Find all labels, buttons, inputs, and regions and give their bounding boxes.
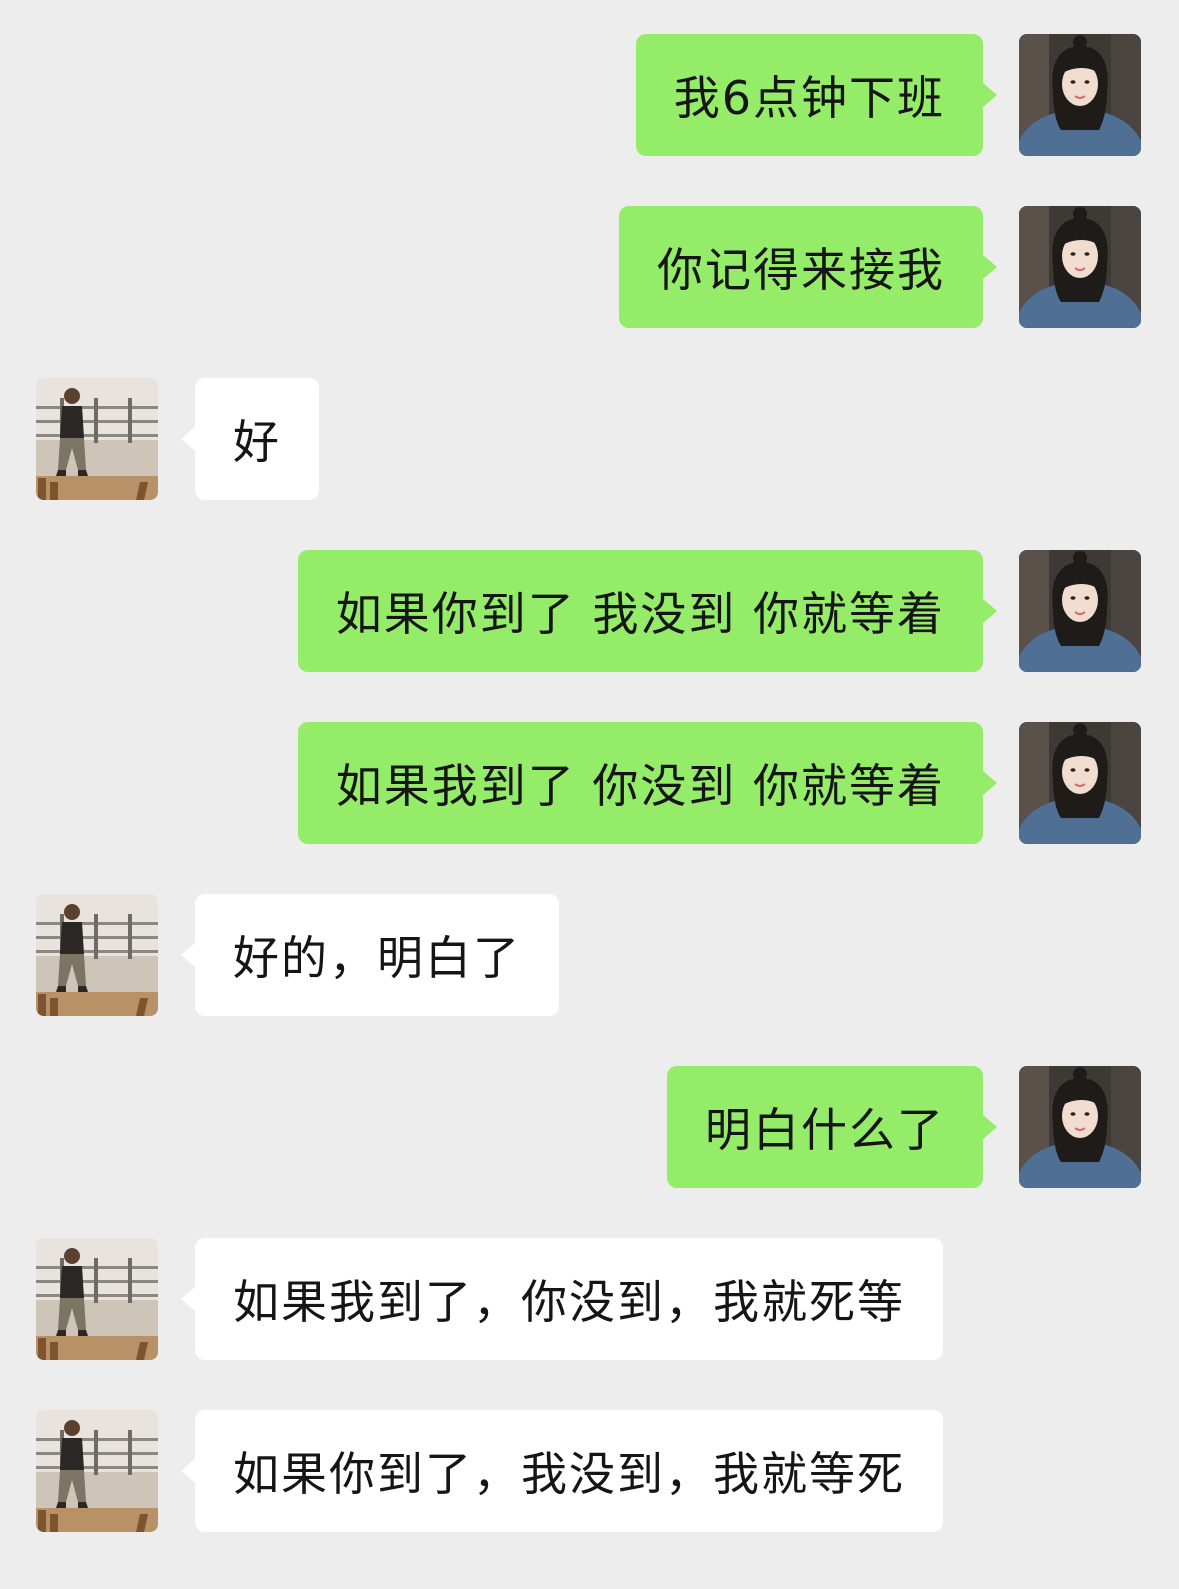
message-row-incoming: 如果你到了，我没到，我就等死 <box>0 1410 1179 1532</box>
message-row-outgoing: 如果你到了 我没到 你就等着 <box>0 550 1179 672</box>
message-bubble-incoming[interactable]: 好的，明白了 <box>181 894 559 1016</box>
message-row-outgoing: 明白什么了 <box>0 1066 1179 1188</box>
message-row-incoming: 如果我到了，你没到，我就死等 <box>0 1238 1179 1360</box>
message-bubble-outgoing[interactable]: 你记得来接我 <box>619 206 997 328</box>
message-row-outgoing: 我6点钟下班 <box>0 34 1179 156</box>
my-avatar[interactable] <box>1019 550 1141 672</box>
my-avatar[interactable] <box>1019 206 1141 328</box>
message-bubble-outgoing[interactable]: 我6点钟下班 <box>635 34 998 156</box>
contact-avatar[interactable] <box>36 1238 158 1360</box>
message-bubble-outgoing[interactable]: 如果你到了 我没到 你就等着 <box>297 550 998 672</box>
contact-avatar[interactable] <box>36 1410 158 1532</box>
contact-avatar[interactable] <box>36 378 158 500</box>
woman-portrait-image <box>1019 550 1141 672</box>
my-avatar[interactable] <box>1019 34 1141 156</box>
contact-avatar[interactable] <box>36 894 158 1016</box>
my-avatar[interactable] <box>1019 722 1141 844</box>
woman-portrait-image <box>1019 722 1141 844</box>
message-row-outgoing: 你记得来接我 <box>0 206 1179 328</box>
message-bubble-outgoing[interactable]: 明白什么了 <box>667 1066 997 1188</box>
man-on-railing-image <box>36 1238 158 1360</box>
message-bubble-incoming[interactable]: 如果我到了，你没到，我就死等 <box>181 1238 943 1360</box>
woman-portrait-image <box>1019 34 1141 156</box>
man-on-railing-image <box>36 1410 158 1532</box>
message-bubble-incoming[interactable]: 如果你到了，我没到，我就等死 <box>181 1410 943 1532</box>
message-row-incoming: 好 <box>0 378 1179 500</box>
message-bubble-outgoing[interactable]: 如果我到了 你没到 你就等着 <box>297 722 998 844</box>
message-row-incoming: 好的，明白了 <box>0 894 1179 1016</box>
message-row-outgoing: 如果我到了 你没到 你就等着 <box>0 722 1179 844</box>
man-on-railing-image <box>36 378 158 500</box>
man-on-railing-image <box>36 894 158 1016</box>
message-bubble-incoming[interactable]: 好 <box>181 378 319 500</box>
woman-portrait-image <box>1019 206 1141 328</box>
woman-portrait-image <box>1019 1066 1141 1188</box>
chat-message-list[interactable]: 我6点钟下班 你记得来接我 好 如果你到了 我没到 你就等着 如果我到了 你没到… <box>0 0 1179 1589</box>
my-avatar[interactable] <box>1019 1066 1141 1188</box>
